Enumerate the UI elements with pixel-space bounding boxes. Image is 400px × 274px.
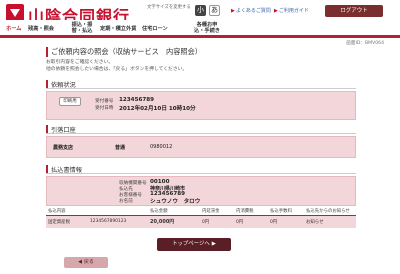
chevron-left-icon: ◀ [78, 259, 82, 265]
receipt-datetime-value: 2012年02月10日 10時10分 [119, 106, 196, 112]
column-header: 払込内容 [46, 207, 88, 216]
table-cell: 0円 [234, 215, 268, 228]
column-header: 払込金額 [148, 207, 200, 216]
print-button[interactable]: 印刷用 [59, 97, 81, 106]
logout-button[interactable]: ログアウト [325, 5, 383, 17]
receipt-number-label: 受付番号 [95, 99, 114, 104]
font-size-large-button[interactable]: あ [209, 5, 220, 16]
account-branch: 農務支店 [53, 145, 74, 151]
account-type: 普通 [115, 145, 126, 151]
description-line-1: お取引内容をご確認ください。 [46, 60, 114, 65]
nav-transfer[interactable]: 振込・振替・払込 [70, 22, 94, 34]
faq-link[interactable]: ▶よくあるご質問 [231, 7, 271, 14]
request-panel: 印刷用 受付番号 123456789 受付日時 2012年02月10日 10時1… [46, 91, 356, 120]
table-cell: 20,000円 [148, 215, 200, 228]
arrow-icon: ▶ [274, 8, 278, 14]
column-header: 内消費税 [234, 207, 268, 216]
nav-home[interactable]: ホーム [6, 26, 21, 32]
column-header: 内延滞金 [200, 207, 234, 216]
payment-table: 払込内容 払込金額 内延滞金 内消費税 払込手数料 払込先からのお知らせ 固定資… [46, 207, 356, 228]
account-number: 0980012 [150, 144, 173, 150]
customer-name-value: シュウノウ タロウ [150, 199, 201, 205]
help-link[interactable]: ▶ご利用ガイド [274, 7, 309, 14]
divider [46, 173, 356, 174]
divider [46, 133, 356, 134]
table-cell: 1234567890123 [88, 215, 148, 228]
table-cell: 0円 [268, 215, 304, 228]
nav-loan[interactable]: 住宅ローン [142, 26, 168, 32]
nav-foreign[interactable]: 外貨 [126, 26, 136, 32]
chevron-right-icon: ▶ [211, 241, 216, 247]
back-button[interactable]: ◀ 戻る [64, 257, 108, 268]
customer-name-label: お名前 [119, 199, 133, 204]
receipt-datetime-label: 受付日時 [95, 106, 114, 111]
nav-deposit[interactable]: 定期・積立 [100, 26, 126, 32]
table-header-row: 払込内容 払込金額 内延滞金 内消費税 払込手数料 払込先からのお知らせ [46, 207, 356, 216]
font-size-label: 文字サイズを変更する [147, 5, 191, 10]
screen-id: 画面ID：BMV064 [346, 41, 384, 46]
table-cell: お知らせ [304, 215, 356, 228]
page-title: ご依頼内容の照会（収納サービス 内容照会） [46, 47, 202, 57]
table-row: 固定資産税 1234567890123 20,000円 0円 0円 0円 お知ら… [46, 215, 356, 228]
description-line-2: 他の依頼を照会したい場合は、「戻る」ボタンを押してください。 [46, 67, 188, 72]
nav-procedures[interactable]: 各種お申込・手続き [192, 22, 222, 34]
footer-band [0, 254, 400, 274]
arrow-icon: ▶ [231, 8, 235, 14]
nav-balance[interactable]: 残高・照会 [28, 26, 54, 32]
main-nav: ホーム 残高・照会 振込・振替・払込 定期・積立 外貨 住宅ローン 各種お申込・… [0, 20, 400, 38]
account-panel: 農務支店 普通 0980012 [46, 136, 356, 158]
receipt-number-value: 123456789 [119, 97, 155, 103]
table-cell: 固定資産税 [46, 215, 88, 228]
column-header [88, 207, 148, 216]
payment-panel: 収納機関番号 00100 払込先 神奈川県川崎市 お客様番号 123456789… [46, 176, 356, 206]
column-header: 払込先からのお知らせ [304, 207, 356, 216]
table-cell: 0円 [200, 215, 234, 228]
column-header: 払込手数料 [268, 207, 304, 216]
font-size-small-button[interactable]: 小 [195, 5, 206, 16]
top-page-button[interactable]: トップページへ ▶ [157, 238, 231, 251]
divider [46, 88, 356, 89]
